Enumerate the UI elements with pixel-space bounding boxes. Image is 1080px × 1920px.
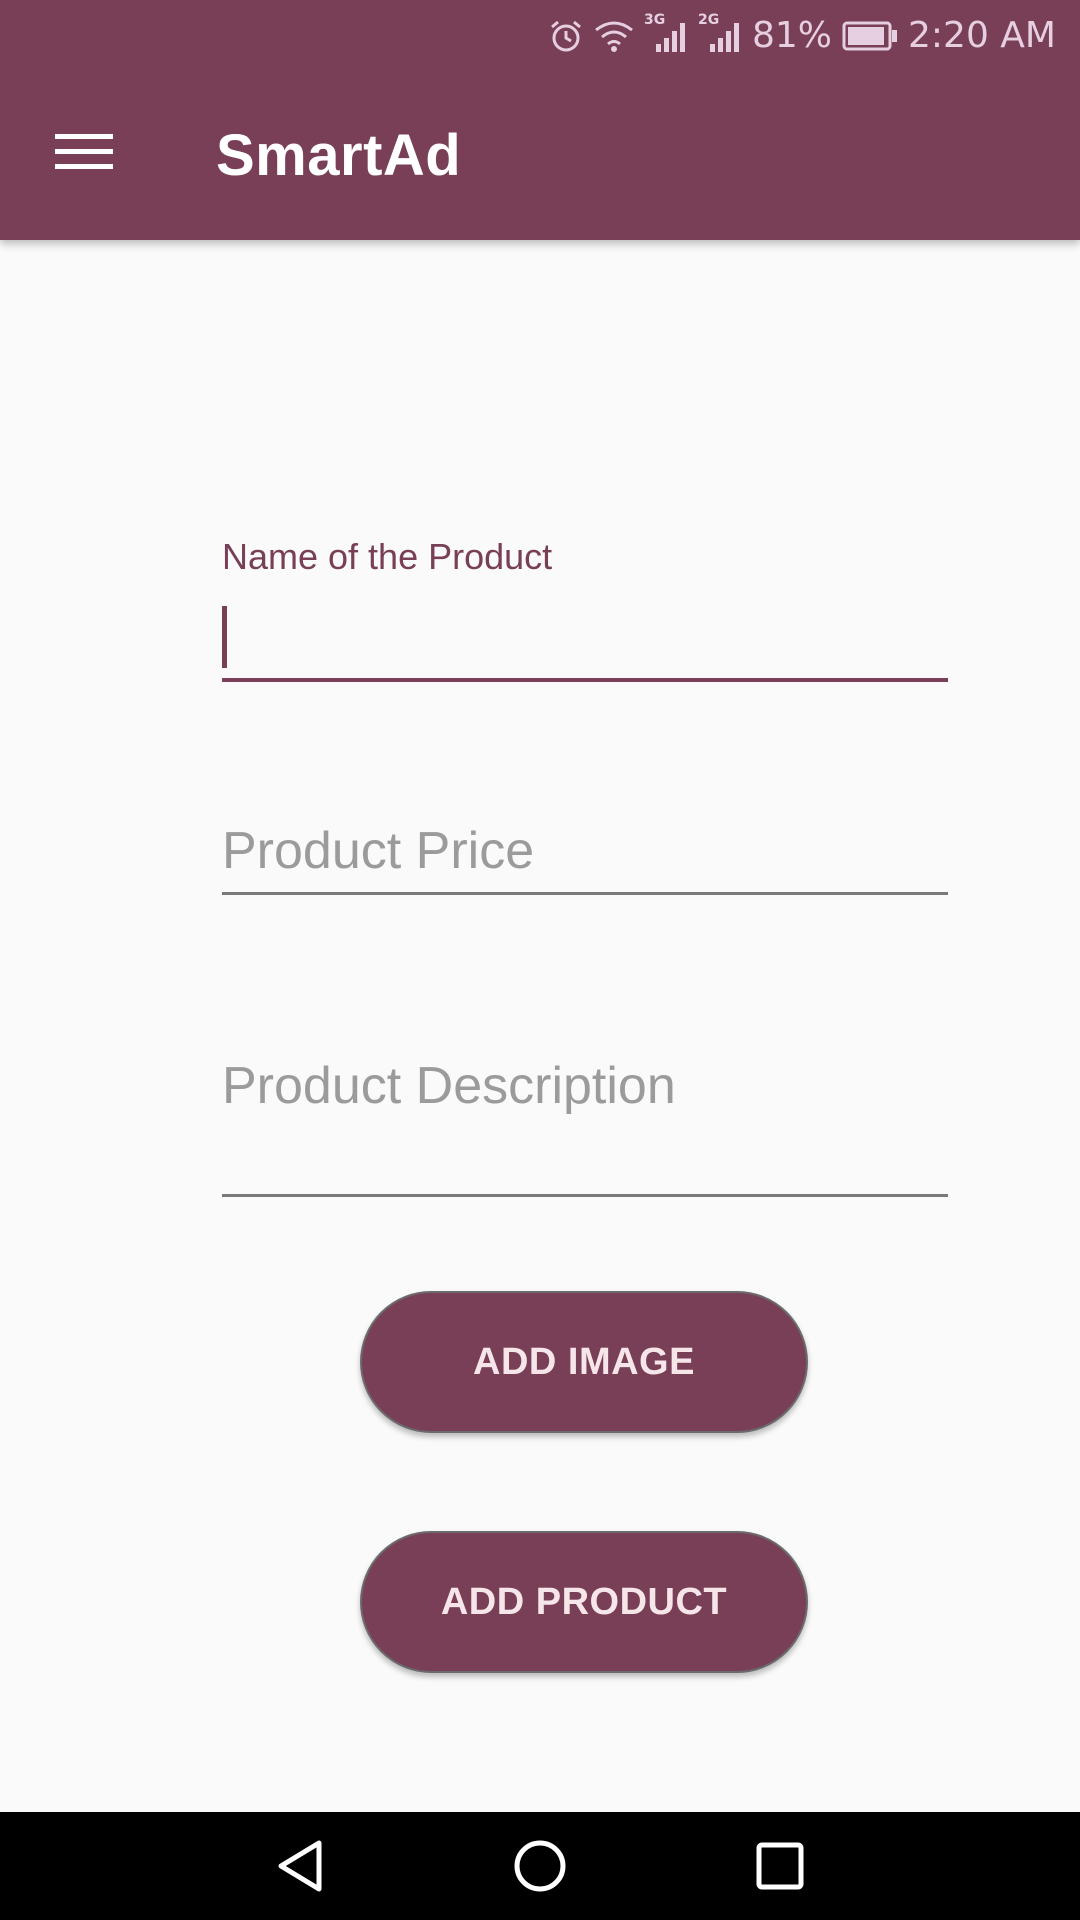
- network-2-label: 2G: [698, 12, 720, 28]
- product-description-input[interactable]: Product Description: [222, 1040, 948, 1197]
- network-1-label: 3G: [644, 12, 666, 28]
- text-cursor: [222, 606, 227, 668]
- wifi-icon: [594, 18, 634, 54]
- product-description-field[interactable]: Product Description: [222, 1040, 948, 1197]
- app-screen: 3G 2G 81% 2:20 AM SmartAd Name of the Pr…: [0, 0, 1080, 1920]
- add-image-button[interactable]: ADD IMAGE: [360, 1291, 808, 1433]
- back-icon[interactable]: [260, 1832, 340, 1900]
- product-description-placeholder: Product Description: [222, 1057, 676, 1115]
- product-name-label: Name of the Product: [222, 536, 553, 577]
- product-price-placeholder: Product Price: [222, 822, 535, 880]
- battery-percent: 81%: [752, 15, 833, 56]
- toolbar: SmartAd: [0, 72, 1080, 240]
- hamburger-menu-icon[interactable]: [44, 122, 124, 182]
- status-bar: 3G 2G 81% 2:20 AM: [0, 0, 1080, 72]
- signal-2g-icon: 2G: [698, 12, 742, 54]
- add-product-button[interactable]: ADD PRODUCT: [360, 1531, 808, 1673]
- product-price-input[interactable]: Product Price: [222, 805, 948, 895]
- app-bar: 3G 2G 81% 2:20 AM SmartAd: [0, 0, 1080, 240]
- navigation-bar: [0, 1812, 1080, 1920]
- battery-icon: [842, 21, 898, 51]
- recents-icon[interactable]: [740, 1832, 820, 1900]
- product-name-input[interactable]: [222, 592, 948, 682]
- status-icons: 3G 2G 81% 2:20 AM: [548, 10, 1056, 62]
- alarm-icon: [548, 18, 584, 54]
- app-title: SmartAd: [216, 123, 462, 188]
- product-price-field[interactable]: Product Price: [222, 805, 948, 895]
- signal-3g-icon: 3G: [644, 12, 688, 54]
- product-name-field[interactable]: Name of the Product: [222, 536, 948, 682]
- status-time: 2:20 AM: [908, 15, 1056, 56]
- home-icon[interactable]: [500, 1832, 580, 1900]
